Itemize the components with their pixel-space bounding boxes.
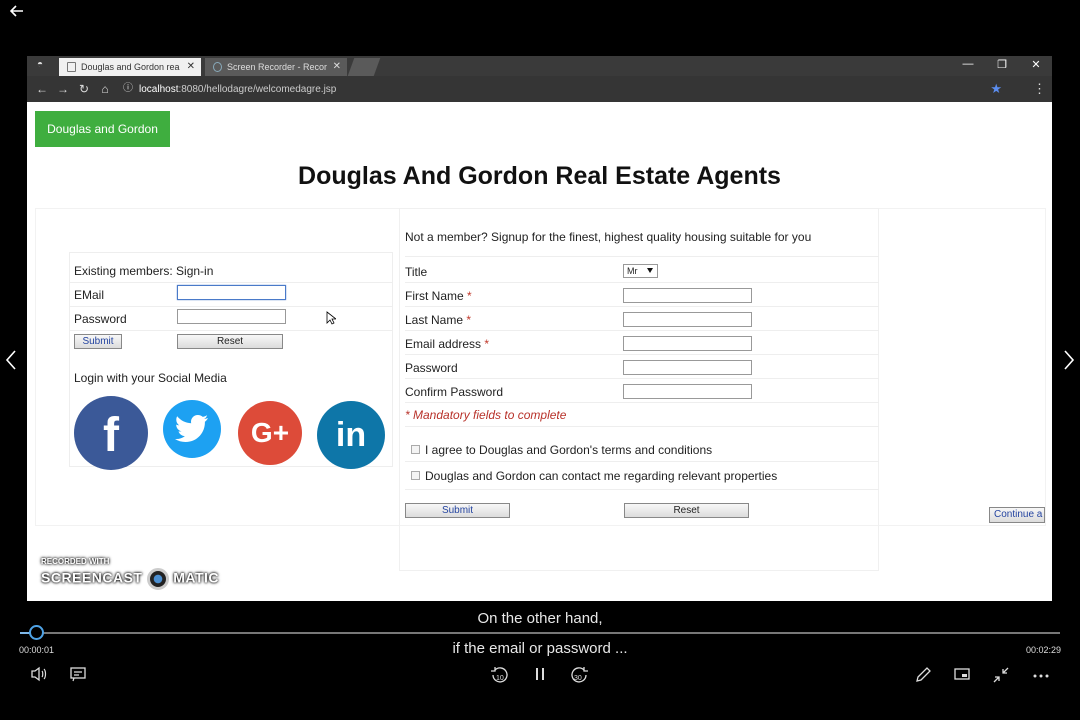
progress-track[interactable] xyxy=(36,632,1060,634)
reload-icon[interactable]: ↻ xyxy=(77,82,91,96)
total-time: 00:02:29 xyxy=(1025,645,1061,655)
divider xyxy=(405,354,879,355)
previous-arrow-icon[interactable] xyxy=(4,348,18,372)
signup-heading: Not a member? Signup for the finest, hig… xyxy=(405,230,812,244)
mandatory-note: * Mandatory fields to complete xyxy=(405,408,567,422)
progress-knob[interactable] xyxy=(29,625,44,640)
divider xyxy=(69,306,393,307)
pause-icon[interactable] xyxy=(530,666,550,688)
volume-icon[interactable] xyxy=(29,666,49,688)
divider xyxy=(405,426,879,427)
login-heading: Existing members: Sign-in xyxy=(74,264,214,278)
login-reset-button[interactable]: Reset xyxy=(177,334,283,349)
screencast-logo-icon xyxy=(146,568,169,590)
browser-toolbar: ← → ↻ ⌂ ⓘ localhost:8080/hellodagre/welc… xyxy=(27,76,1052,102)
address-bar[interactable]: localhost:8080/hellodagre/welcomedagre.j… xyxy=(139,84,336,95)
screencast-watermark: RECORDED WITH SCREENCAST MATIC xyxy=(41,557,219,590)
terms-checkbox[interactable] xyxy=(411,445,420,454)
cast-icon[interactable] xyxy=(952,666,972,688)
chrome-icon xyxy=(213,62,222,72)
title-label: Title xyxy=(405,265,428,279)
forward-30-icon[interactable]: 30 xyxy=(568,666,590,688)
facebook-icon[interactable]: f xyxy=(74,396,148,470)
divider xyxy=(405,489,879,490)
divider xyxy=(405,461,879,462)
email-label: EMail xyxy=(74,288,105,302)
terms-label: I agree to Douglas and Gordon's terms an… xyxy=(425,443,713,457)
incognito-icon: ◓ xyxy=(36,59,44,70)
divider xyxy=(405,282,879,283)
signup-submit-button[interactable]: Submit xyxy=(405,503,510,518)
contact-label: Douglas and Gordon can contact me regard… xyxy=(425,469,778,483)
confirm-password-label: Confirm Password xyxy=(405,385,504,399)
forward-icon[interactable]: → xyxy=(56,82,70,96)
continue-button[interactable]: Continue a xyxy=(989,507,1045,523)
tab-douglas-gordon[interactable]: Douglas and Gordon rea ✕ xyxy=(59,58,201,76)
close-tab-icon[interactable]: ✕ xyxy=(187,61,195,72)
divider xyxy=(405,378,879,379)
minimize-icon[interactable]: — xyxy=(960,58,976,72)
password-label: Password xyxy=(74,312,127,326)
tab-screen-recorder[interactable]: Screen Recorder - Recor ✕ xyxy=(205,58,347,76)
login-email-input[interactable] xyxy=(177,285,286,300)
title-select[interactable]: Mr xyxy=(623,264,658,278)
back-icon[interactable]: ← xyxy=(35,82,49,96)
subtitle-line-1: On the other hand, xyxy=(477,610,603,627)
more-options-icon[interactable] xyxy=(1031,666,1051,688)
web-page: Douglas and Gordon Douglas And Gordon Re… xyxy=(27,102,1052,601)
first-name-label: First Name * xyxy=(405,289,472,303)
divider xyxy=(405,402,879,403)
close-tab-icon[interactable]: ✕ xyxy=(333,61,341,72)
subtitles-icon[interactable] xyxy=(68,666,88,688)
divider xyxy=(69,282,393,283)
last-name-input[interactable] xyxy=(623,312,752,327)
tab-title: Screen Recorder - Recor xyxy=(227,62,328,72)
contact-checkbox[interactable] xyxy=(411,471,420,480)
email-address-label: Email address * xyxy=(405,337,490,351)
linkedin-icon[interactable]: in xyxy=(317,401,385,469)
divider xyxy=(405,306,879,307)
brand-button[interactable]: Douglas and Gordon xyxy=(35,111,170,147)
rewind-10-icon[interactable]: 10 xyxy=(489,666,511,688)
signup-email-input[interactable] xyxy=(623,336,752,351)
tab-strip: ◓ Douglas and Gordon rea ✕ Screen Record… xyxy=(27,56,1052,76)
pen-icon[interactable] xyxy=(913,666,933,688)
svg-text:10: 10 xyxy=(496,675,504,682)
signup-password-input[interactable] xyxy=(623,360,752,375)
page-title: Douglas And Gordon Real Estate Agents xyxy=(298,162,781,190)
menu-icon[interactable]: ⋮ xyxy=(1033,81,1046,97)
divider xyxy=(405,256,879,257)
google-plus-icon[interactable]: G+ xyxy=(238,401,302,465)
subtitle-line-2: if the email or password ... xyxy=(452,640,628,657)
page-icon xyxy=(67,62,76,72)
close-window-icon[interactable]: ✕ xyxy=(1028,58,1044,72)
current-time: 00:00:01 xyxy=(19,645,55,655)
browser-window: ◓ Douglas and Gordon rea ✕ Screen Record… xyxy=(27,56,1052,601)
social-heading: Login with your Social Media xyxy=(74,371,227,385)
new-tab-button[interactable] xyxy=(347,58,381,76)
last-name-label: Last Name * xyxy=(405,313,472,327)
signup-reset-button[interactable]: Reset xyxy=(624,503,749,518)
tab-title: Douglas and Gordon rea xyxy=(81,62,180,72)
first-name-input[interactable] xyxy=(623,288,752,303)
next-arrow-icon[interactable] xyxy=(1062,348,1076,372)
collapse-icon[interactable] xyxy=(991,666,1011,688)
chevron-down-icon xyxy=(647,268,653,273)
svg-text:30: 30 xyxy=(574,675,582,682)
login-password-input[interactable] xyxy=(177,309,286,324)
divider xyxy=(69,330,393,331)
twitter-icon[interactable] xyxy=(163,400,221,458)
bookmark-star-icon[interactable]: ★ xyxy=(990,81,1002,97)
home-icon[interactable]: ⌂ xyxy=(98,82,112,96)
confirm-password-input[interactable] xyxy=(623,384,752,399)
info-icon[interactable]: ⓘ xyxy=(121,82,135,96)
mouse-cursor-icon xyxy=(326,311,336,325)
back-arrow-icon[interactable] xyxy=(9,4,30,22)
restore-icon[interactable]: ❐ xyxy=(994,58,1010,72)
login-submit-button[interactable]: Submit xyxy=(74,334,122,349)
divider xyxy=(405,330,879,331)
signup-password-label: Password xyxy=(405,361,458,375)
